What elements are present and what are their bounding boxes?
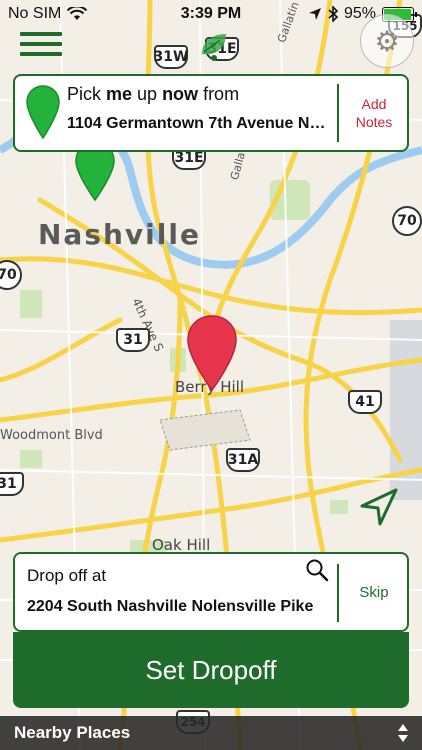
carrier-label: No SIM [8, 5, 62, 22]
add-notes-label: Add Notes [356, 95, 393, 131]
menu-bar [20, 52, 62, 56]
skip-button[interactable]: Skip [339, 554, 407, 630]
route-shield: 41 [348, 390, 382, 414]
pickup-title-part: me [106, 84, 133, 104]
pickup-title: Pick me up now from [67, 84, 327, 105]
nearby-places-bar[interactable]: Nearby Places [0, 716, 422, 750]
locate-me-icon[interactable] [356, 484, 402, 530]
dropoff-card: Drop off at 2204 South Nashville Nolensv… [13, 552, 409, 632]
dropoff-address-field[interactable]: Drop off at 2204 South Nashville Nolensv… [15, 554, 337, 630]
pickup-address: 1104 Germantown 7th Avenue North [67, 115, 327, 132]
add-notes-button[interactable]: Add Notes [339, 76, 407, 150]
route-shield: 70 [392, 206, 422, 236]
add-notes-line-1: Add [361, 96, 387, 112]
pickup-title-part: up [132, 84, 163, 104]
wifi-icon [67, 7, 88, 20]
map-city-label: Nashville [38, 218, 201, 251]
route-shield: 31 [116, 328, 150, 352]
status-left: No SIM [8, 5, 88, 23]
gear-icon[interactable]: ⚙ [360, 14, 414, 68]
map-label-woodmont: Woodmont Blvd [0, 428, 103, 443]
pickup-address-field[interactable]: Pick me up now from 1104 Germantown 7th … [15, 76, 337, 150]
up-down-chevron-icon[interactable] [396, 721, 410, 745]
dropoff-address: 2204 South Nashville Nolensville Pike [27, 598, 314, 615]
pickup-title-part: Pick [67, 84, 107, 104]
route-shield: 31 [0, 472, 24, 496]
menu-icon[interactable] [20, 32, 62, 56]
menu-bar [20, 42, 62, 46]
route-shield: 31A [226, 448, 260, 472]
dropoff-title: Drop off at [27, 566, 107, 585]
red-pin-icon[interactable] [186, 314, 238, 392]
route-shield: 31W [154, 45, 188, 69]
menu-bar [20, 32, 62, 36]
nearby-places-label: Nearby Places [14, 723, 131, 742]
search-icon[interactable] [305, 558, 329, 582]
app-logo [190, 26, 238, 66]
add-notes-line-2: Notes [355, 114, 393, 130]
leaf-logo-icon [202, 34, 226, 61]
set-dropoff-button[interactable]: Set Dropoff [13, 632, 409, 708]
pickup-card: Pick me up now from 1104 Germantown 7th … [13, 74, 409, 152]
location-arrow-icon [308, 8, 321, 20]
bluetooth-icon [328, 6, 338, 22]
pickup-title-part: from [198, 84, 240, 104]
status-bar: No SIM 3:39 PM 95% [0, 0, 422, 28]
pickup-title-part: now [162, 84, 199, 104]
